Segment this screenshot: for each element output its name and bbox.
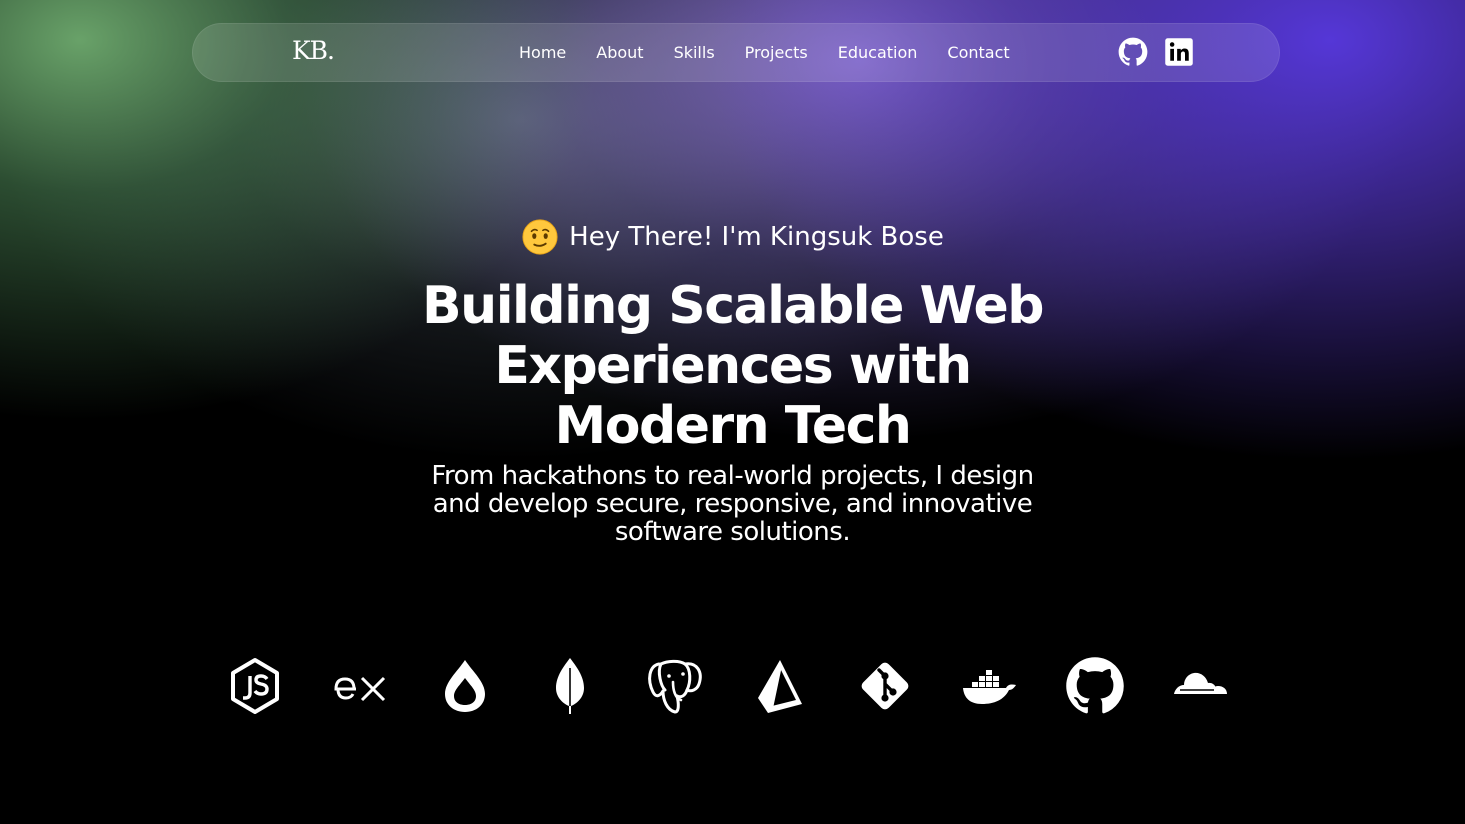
nav-link-skills[interactable]: Skills [674, 43, 715, 62]
nav-link-projects[interactable]: Projects [745, 43, 808, 62]
tech-stack-row [225, 656, 1230, 716]
nodejs-icon [231, 658, 279, 714]
greeting: Hey There! I'm Kingsuk Bose [0, 218, 1465, 256]
git-icon [861, 662, 909, 710]
github-icon [1066, 657, 1124, 714]
linkedin-icon[interactable] [1164, 37, 1194, 67]
cloudflare-icon [1174, 672, 1227, 694]
express-icon [334, 676, 386, 702]
headline-line-1: Building Scalable Web [422, 276, 1044, 336]
hero-headline: Building Scalable Web Experiences with M… [0, 276, 1465, 456]
nav-link-contact[interactable]: Contact [947, 43, 1009, 62]
prisma-icon [758, 660, 802, 713]
greeting-text: Hey There! I'm Kingsuk Bose [569, 222, 944, 252]
subtext-line-2: and develop secure, responsive, and inno… [432, 489, 1033, 519]
headline-line-3: Modern Tech [554, 396, 912, 456]
nav-links: Home About Skills Projects Education Con… [519, 23, 1010, 82]
subtext-line-1: From hackathons to real-world projects, … [431, 461, 1034, 491]
mongodb-icon [556, 658, 584, 714]
navbar: KB. Home About Skills Projects Education… [192, 23, 1280, 82]
postgresql-icon [648, 659, 702, 714]
face-icon [522, 219, 558, 255]
nav-link-home[interactable]: Home [519, 43, 566, 62]
nav-link-education[interactable]: Education [838, 43, 918, 62]
portfolio-page: KB. Home About Skills Projects Education… [0, 0, 1465, 824]
docker-icon [963, 670, 1016, 704]
github-icon[interactable] [1118, 37, 1148, 67]
hero-subtext: From hackathons to real-world projects, … [0, 462, 1465, 546]
logo[interactable]: KB. [292, 36, 335, 65]
social-links [1118, 37, 1194, 67]
nav-link-about[interactable]: About [596, 43, 643, 62]
headline-line-2: Experiences with [494, 336, 972, 396]
subtext-line-3: software solutions. [614, 517, 851, 547]
drop-icon [445, 660, 485, 712]
